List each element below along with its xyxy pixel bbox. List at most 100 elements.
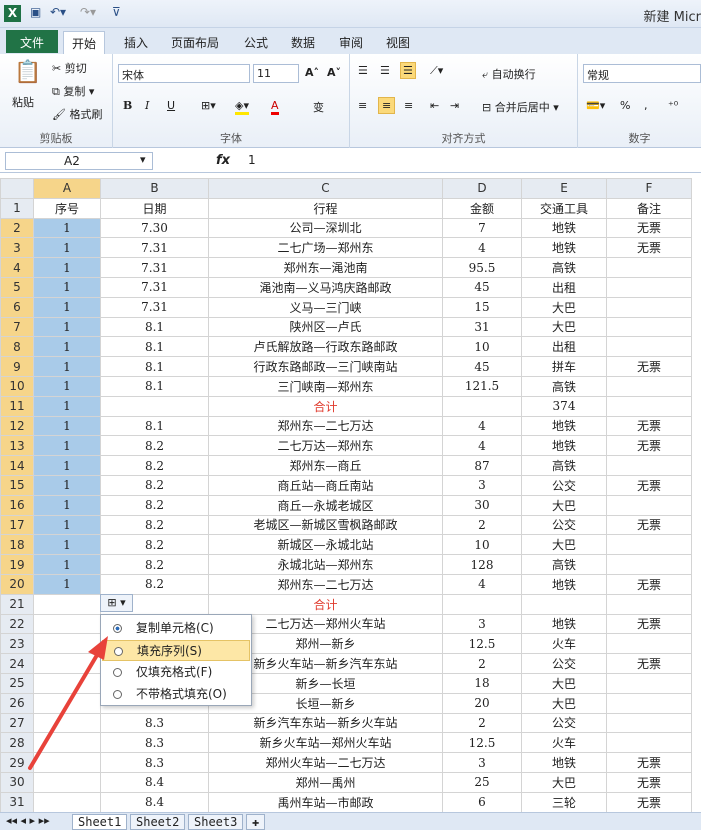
cell-f[interactable] — [606, 336, 692, 358]
cell-d[interactable]: 25 — [442, 771, 522, 793]
cell-d[interactable]: 10 — [442, 336, 522, 358]
row-header[interactable]: 18 — [0, 534, 34, 556]
cell-e[interactable]: 出租 — [521, 276, 607, 298]
cell-a[interactable]: 1 — [33, 514, 101, 536]
cell-d[interactable]: 10 — [442, 534, 522, 556]
cell-d[interactable]: 4 — [442, 415, 522, 437]
cell-b[interactable]: 8.2 — [100, 494, 209, 516]
cell-b[interactable]: 日期 — [100, 197, 209, 219]
grow-font-button[interactable]: A˄ — [305, 66, 319, 79]
cell-e[interactable]: 高铁 — [521, 375, 607, 397]
cell-d[interactable]: 45 — [442, 276, 522, 298]
excel-icon[interactable]: X — [4, 5, 21, 22]
cell-e[interactable]: 公交 — [521, 653, 607, 674]
cell-a[interactable]: 1 — [33, 375, 101, 397]
undo-icon[interactable]: ↶▾ — [50, 5, 66, 19]
cell-f[interactable] — [606, 296, 692, 318]
cell-b[interactable]: 8.4 — [100, 791, 209, 813]
row-header[interactable]: 5 — [0, 276, 34, 298]
orientation-icon[interactable]: ⟋▾ — [430, 64, 443, 78]
sheet-tab-2[interactable]: Sheet2 — [130, 814, 186, 830]
cell-d[interactable]: 金额 — [442, 197, 522, 219]
format-painter-button[interactable]: 🖌 格式刷 — [52, 106, 102, 122]
cell-b[interactable]: 8.1 — [100, 336, 209, 358]
number-format-select[interactable]: 常规 — [583, 64, 701, 83]
cell-f[interactable]: 无票 — [606, 791, 692, 813]
cell-e[interactable]: 火车 — [521, 732, 607, 754]
cell-b[interactable]: 7.31 — [100, 237, 209, 259]
cell-d[interactable]: 4 — [442, 435, 522, 457]
row-header[interactable]: 21 — [0, 593, 34, 615]
cell-e[interactable]: 公交 — [521, 514, 607, 536]
cell-d[interactable]: 18 — [442, 672, 522, 694]
cell-d[interactable]: 6 — [442, 791, 522, 813]
cell-f[interactable]: 无票 — [606, 771, 692, 793]
tab-page-layout[interactable]: 页面布局 — [163, 31, 227, 54]
cell-b[interactable]: 8.2 — [100, 455, 209, 476]
cell-e[interactable] — [521, 593, 607, 615]
cell-f[interactable]: 备注 — [606, 197, 692, 219]
cell-a[interactable] — [33, 791, 101, 813]
menu-item-fill-without-formatting[interactable]: 不带格式填充(O) — [102, 684, 250, 705]
cell-e[interactable]: 地铁 — [521, 415, 607, 437]
cell-e[interactable]: 地铁 — [521, 613, 607, 635]
cell-e[interactable]: 公交 — [521, 712, 607, 734]
row-header[interactable]: 19 — [0, 554, 34, 575]
cell-e[interactable]: 大巴 — [521, 494, 607, 516]
italic-button[interactable]: I — [145, 99, 149, 112]
font-name-select[interactable]: 宋体 — [118, 64, 250, 83]
cell-d[interactable]: 45 — [442, 356, 522, 377]
cell-d[interactable]: 2 — [442, 653, 522, 674]
customize-toolbar-icon[interactable]: ⊽ — [112, 5, 121, 19]
cell-a[interactable]: 1 — [33, 455, 101, 476]
align-center-icon[interactable]: ≡ — [378, 97, 396, 114]
cell-c[interactable]: 商丘—永城老城区 — [208, 494, 443, 516]
cell-d[interactable]: 3 — [442, 474, 522, 496]
borders-icon[interactable]: ⊞▾ — [201, 99, 216, 112]
cell-c[interactable]: 陕州区—卢氏 — [208, 316, 443, 338]
font-size-select[interactable]: 11 — [253, 64, 299, 83]
insert-sheet-icon[interactable]: ✚ — [246, 814, 266, 830]
menu-item-fill-formatting-only[interactable]: 仅填充格式(F) — [102, 662, 250, 683]
cell-c[interactable]: 老城区—新城区雪枫路邮政 — [208, 514, 443, 536]
column-header-f[interactable]: F — [606, 178, 692, 199]
bold-button[interactable]: B — [123, 99, 132, 112]
cell-d[interactable]: 15 — [442, 296, 522, 318]
cell-a[interactable]: 1 — [33, 316, 101, 338]
cell-e[interactable]: 大巴 — [521, 672, 607, 694]
cell-d[interactable] — [442, 593, 522, 615]
cell-f[interactable]: 无票 — [606, 474, 692, 496]
cell-e[interactable]: 高铁 — [521, 257, 607, 278]
cell-a[interactable]: 1 — [33, 276, 101, 298]
row-header[interactable]: 12 — [0, 415, 34, 437]
tab-formulas[interactable]: 公式 — [236, 31, 276, 54]
formula-input[interactable]: 1 — [248, 153, 256, 167]
cell-c[interactable]: 渑池南—义马鸿庆路邮政 — [208, 276, 443, 298]
cell-b[interactable]: 8.2 — [100, 534, 209, 556]
row-header[interactable]: 4 — [0, 257, 34, 278]
column-header-d[interactable]: D — [442, 178, 522, 199]
cell-c[interactable]: 三门峡南—郑州东 — [208, 375, 443, 397]
sheet-nav-icons[interactable]: ◂◂ ◂ ▸ ▸▸ — [6, 814, 50, 827]
cell-b[interactable]: 8.1 — [100, 356, 209, 377]
column-header-a[interactable]: A — [33, 178, 101, 199]
cell-f[interactable]: 无票 — [606, 514, 692, 536]
cell-e[interactable]: 地铁 — [521, 573, 607, 595]
cell-c[interactable]: 义马—三门峡 — [208, 296, 443, 318]
cell-b[interactable]: 8.1 — [100, 375, 209, 397]
cell-f[interactable] — [606, 692, 692, 714]
cell-c[interactable]: 公司—深圳北 — [208, 217, 443, 239]
cell-b[interactable] — [100, 395, 209, 417]
cell-a[interactable]: 1 — [33, 435, 101, 457]
row-header[interactable]: 14 — [0, 455, 34, 476]
cell-a[interactable] — [33, 593, 101, 615]
cell-a[interactable]: 1 — [33, 336, 101, 358]
cell-e[interactable]: 地铁 — [521, 435, 607, 457]
row-header[interactable]: 17 — [0, 514, 34, 536]
row-header[interactable]: 10 — [0, 375, 34, 397]
wrap-text-button[interactable]: ⤶ 自动换行 — [482, 66, 536, 82]
row-header[interactable]: 6 — [0, 296, 34, 318]
cell-d[interactable]: 128 — [442, 554, 522, 575]
cell-e[interactable]: 大巴 — [521, 692, 607, 714]
paste-button[interactable]: 粘贴 — [12, 94, 34, 110]
